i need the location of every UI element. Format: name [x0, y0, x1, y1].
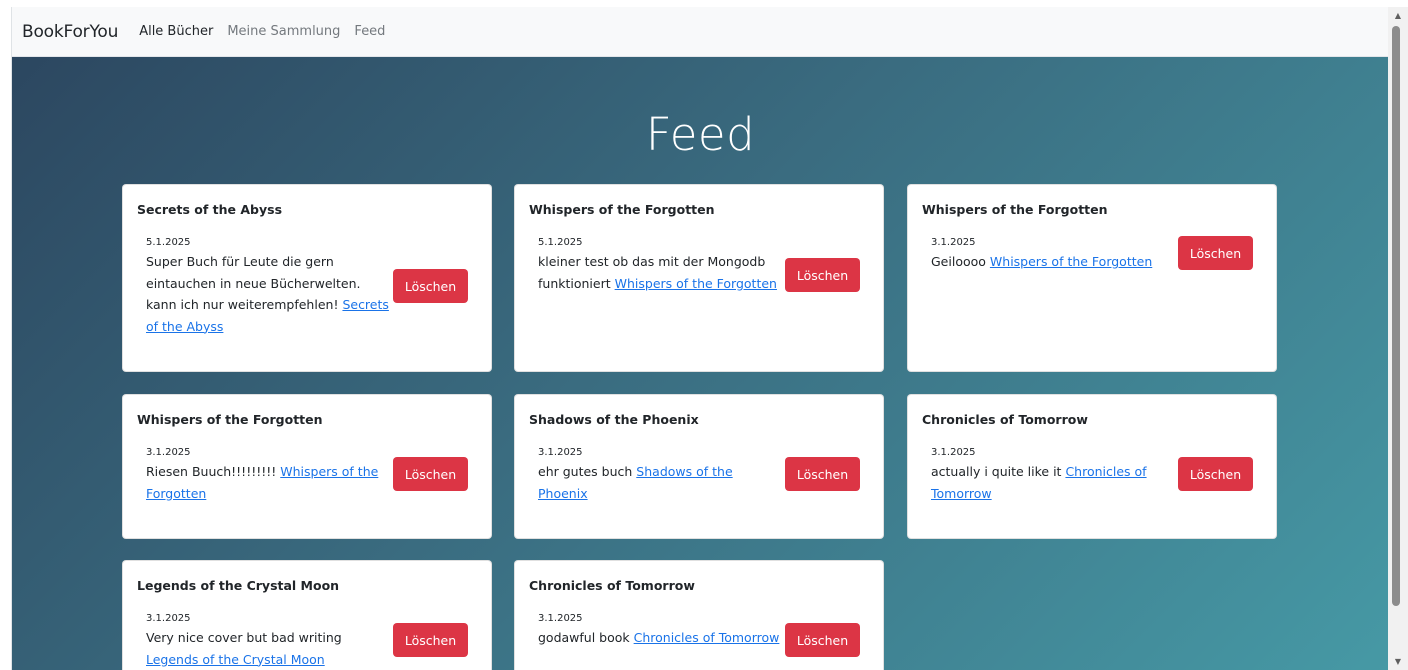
delete-button[interactable]: Löschen	[1178, 236, 1253, 270]
post-date: 3.1.2025	[538, 613, 583, 624]
feed-card: Whispers of the Forgotten 3.1.2025 Geilo…	[907, 184, 1277, 372]
post-text: Super Buch für Leute die gern eintauchen…	[146, 251, 392, 337]
feed-card: Shadows of the Phoenix 3.1.2025 ehr gute…	[514, 394, 884, 539]
post-content: ehr gutes buch	[538, 464, 633, 479]
delete-button[interactable]: Löschen	[393, 457, 468, 491]
card-title: Chronicles of Tomorrow	[922, 412, 1088, 427]
post-text: actually i quite like it Chronicles of T…	[931, 461, 1177, 504]
brand-logo[interactable]: BookForYou	[22, 22, 118, 42]
post-date: 3.1.2025	[931, 447, 976, 458]
book-link[interactable]: Whispers of the Forgotten	[615, 276, 777, 291]
book-link[interactable]: Chronicles of Tomorrow	[634, 630, 780, 645]
post-date: 3.1.2025	[146, 447, 191, 458]
delete-button[interactable]: Löschen	[1178, 457, 1253, 491]
book-link[interactable]: Legends of the Crystal Moon	[146, 652, 325, 667]
delete-button[interactable]: Löschen	[393, 623, 468, 657]
post-date: 5.1.2025	[146, 237, 191, 248]
post-text: Very nice cover but bad writing Legends …	[146, 627, 392, 670]
card-title: Legends of the Crystal Moon	[137, 578, 340, 593]
card-body: 3.1.2025 godawful book Chronicles of Tom…	[538, 613, 784, 649]
card-body: 5.1.2025 Super Buch für Leute die gern e…	[146, 237, 392, 337]
post-text: Riesen Buuch!!!!!!!!! Whispers of the Fo…	[146, 461, 392, 504]
post-date: 3.1.2025	[538, 447, 583, 458]
book-link[interactable]: Whispers of the Forgotten	[990, 254, 1152, 269]
delete-button[interactable]: Löschen	[393, 269, 468, 303]
browser-viewport: BookForYou Alle Bücher Meine Sammlung Fe…	[11, 7, 1389, 670]
scroll-down-icon[interactable]: ▼	[1388, 655, 1408, 669]
delete-button[interactable]: Löschen	[785, 457, 860, 491]
card-title: Whispers of the Forgotten	[137, 412, 323, 427]
delete-button[interactable]: Löschen	[785, 258, 860, 292]
delete-button[interactable]: Löschen	[785, 623, 860, 657]
feed-card: Whispers of the Forgotten 5.1.2025 klein…	[514, 184, 884, 372]
card-title: Shadows of the Phoenix	[529, 412, 699, 427]
post-text: kleiner test ob das mit der Mongodb funk…	[538, 251, 784, 294]
nav-link-alle-buecher[interactable]: Alle Bücher	[139, 24, 213, 39]
feed-section: Feed Secrets of the Abyss 5.1.2025 Super…	[12, 57, 1389, 670]
card-body: 3.1.2025 Very nice cover but bad writing…	[146, 613, 392, 670]
feed-card: Legends of the Crystal Moon 3.1.2025 Ver…	[122, 560, 492, 670]
card-body: 3.1.2025 ehr gutes buch Shadows of the P…	[538, 447, 784, 504]
card-title: Secrets of the Abyss	[137, 202, 283, 217]
feed-card: Secrets of the Abyss 5.1.2025 Super Buch…	[122, 184, 492, 372]
feed-card: Chronicles of Tomorrow 3.1.2025 godawful…	[514, 560, 884, 670]
card-body: 3.1.2025 actually i quite like it Chroni…	[931, 447, 1177, 504]
navbar: BookForYou Alle Bücher Meine Sammlung Fe…	[12, 7, 1389, 57]
vertical-scrollbar[interactable]: ▲ ▼	[1388, 7, 1408, 670]
card-title: Whispers of the Forgotten	[529, 202, 715, 217]
nav-link-feed[interactable]: Feed	[354, 24, 385, 39]
post-content: godawful book	[538, 630, 630, 645]
nav-link-meine-sammlung[interactable]: Meine Sammlung	[227, 24, 340, 39]
page-title: Feed	[645, 108, 756, 161]
feed-card: Chronicles of Tomorrow 3.1.2025 actually…	[907, 394, 1277, 539]
card-body: 3.1.2025 Riesen Buuch!!!!!!!!! Whispers …	[146, 447, 392, 504]
post-content: Riesen Buuch!!!!!!!!!	[146, 464, 277, 479]
post-text: ehr gutes buch Shadows of the Phoenix	[538, 461, 784, 504]
feed-card: Whispers of the Forgotten 3.1.2025 Riese…	[122, 394, 492, 539]
card-body: 3.1.2025 Geiloooo Whispers of the Forgot…	[931, 237, 1177, 273]
scroll-thumb[interactable]	[1392, 26, 1400, 606]
post-date: 3.1.2025	[146, 613, 191, 624]
scroll-up-icon[interactable]: ▲	[1388, 9, 1408, 23]
post-date: 3.1.2025	[931, 237, 976, 248]
card-title: Chronicles of Tomorrow	[529, 578, 695, 593]
post-content: Geiloooo	[931, 254, 986, 269]
post-content: Super Buch für Leute die gern eintauchen…	[146, 254, 361, 312]
post-date: 5.1.2025	[538, 237, 583, 248]
card-body: 5.1.2025 kleiner test ob das mit der Mon…	[538, 237, 784, 294]
post-content: actually i quite like it	[931, 464, 1062, 479]
post-content: Very nice cover but bad writing	[146, 630, 342, 645]
post-text: godawful book Chronicles of Tomorrow	[538, 627, 784, 649]
card-title: Whispers of the Forgotten	[922, 202, 1108, 217]
post-text: Geiloooo Whispers of the Forgotten	[931, 251, 1177, 273]
